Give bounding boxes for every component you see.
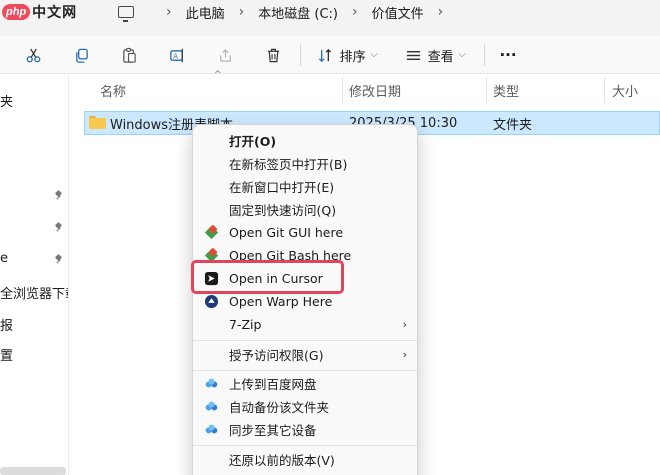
paste-button[interactable] [116, 42, 142, 68]
watermark-logo: php 中文网 [2, 0, 77, 24]
column-divider[interactable] [486, 77, 487, 103]
delete-button[interactable] [260, 42, 286, 68]
baidu-cloud-icon [205, 401, 218, 411]
chevron-right-icon: › [402, 348, 407, 361]
delete-icon [267, 48, 279, 62]
watermark-text: 中文网 [32, 5, 78, 21]
sort-button[interactable]: 排序 ⌵ [314, 42, 380, 68]
menu-item-pin-quick-access[interactable]: 固定到快速访问(Q) [193, 198, 417, 221]
menu-item-label: Open Warp Here [229, 294, 333, 309]
horizontal-scrollbar[interactable] [0, 467, 66, 475]
breadcrumb-item[interactable]: 价值文件 [372, 3, 424, 22]
menu-item-git-gui[interactable]: Open Git GUI here [193, 221, 417, 244]
breadcrumb: › 此电脑 › 本地磁盘 (C:) › 价值文件 › [118, 0, 457, 24]
git-icon [204, 225, 219, 240]
menu-item-label: 自动备份该文件夹 [229, 400, 330, 415]
menu-item-restore-versions[interactable]: 还原以前的版本(V) [193, 448, 417, 471]
pin-icon [55, 191, 62, 200]
menu-item-auto-backup[interactable]: 自动备份该文件夹 [193, 395, 417, 418]
pin-icon [55, 255, 62, 264]
column-header-name[interactable]: 名称 [100, 75, 126, 105]
navigation-pane: 夹 e 全浏览器下载 报 置 [0, 75, 69, 475]
menu-item-label: 7-Zip [229, 317, 262, 332]
copy-button[interactable] [68, 42, 94, 68]
view-button[interactable]: 查看 ⌵ [402, 42, 468, 68]
command-bar: A 排序 ⌵ 查看 ⌵ ··· [0, 36, 660, 74]
column-header-type[interactable]: 类型 [493, 75, 519, 105]
chevron-right-icon: › [166, 4, 172, 20]
breadcrumb-item[interactable]: 本地磁盘 (C:) [258, 3, 338, 22]
address-bar: php 中文网 › 此电脑 › 本地磁盘 (C:) › 价值文件 › [0, 0, 660, 36]
toolbar-divider [484, 44, 485, 66]
menu-item-label: 上传到百度网盘 [229, 377, 317, 392]
sort-icon [318, 48, 331, 62]
menu-item-open[interactable]: 打开(O) [193, 129, 417, 152]
column-divider[interactable] [604, 77, 605, 103]
menu-separator [193, 445, 417, 446]
file-type: 文件夹 [493, 117, 533, 133]
menu-separator [193, 370, 417, 371]
chevron-right-icon[interactable]: › [438, 4, 444, 20]
this-pc-icon[interactable] [118, 6, 134, 22]
menu-separator [193, 340, 417, 341]
copy-icon [75, 48, 88, 63]
chevron-right-icon: › [351, 4, 358, 20]
chevron-right-icon: › [402, 318, 407, 331]
nav-item[interactable]: 置 [0, 345, 13, 364]
pin-icon [55, 223, 62, 232]
menu-item-grant-access[interactable]: 授予访问权限(G) › [193, 343, 417, 366]
menu-item-sync-devices[interactable]: 同步至其它设备 [193, 418, 417, 441]
rename-icon: A [169, 48, 183, 62]
nav-item[interactable]: e [0, 251, 8, 266]
menu-item-label: Open Git GUI here [229, 225, 344, 240]
menu-item-upload-baidu[interactable]: 上传到百度网盘 [193, 372, 417, 395]
menu-item-label: 在新标签页中打开(B) [229, 157, 348, 172]
share-icon [219, 48, 231, 62]
baidu-cloud-icon [205, 378, 218, 388]
column-header-size[interactable]: 大小 [612, 75, 638, 105]
menu-item-open-new-window[interactable]: 在新窗口中打开(E) [193, 175, 417, 198]
menu-item-7zip[interactable]: 7-Zip › [193, 313, 417, 336]
column-header-modified[interactable]: 修改日期 [349, 75, 401, 105]
nav-item[interactable]: 夹 [0, 91, 13, 110]
chevron-right-icon: › [238, 4, 245, 20]
cut-icon [26, 48, 40, 62]
sort-caret-icon: ^ [214, 70, 222, 80]
breadcrumb-item[interactable]: 此电脑 [186, 3, 225, 22]
toolbar-divider [300, 44, 301, 66]
cut-button[interactable] [20, 42, 46, 68]
share-button[interactable] [212, 42, 238, 68]
annotation-highlight-box [191, 260, 344, 294]
paste-icon [122, 47, 136, 63]
svg-text:A: A [173, 52, 178, 60]
menu-item-label: 固定到快速访问(Q) [229, 203, 337, 218]
menu-item-label: 授予访问权限(G) [229, 348, 324, 363]
view-icon [406, 50, 420, 60]
baidu-cloud-icon [205, 424, 218, 434]
folder-icon [89, 116, 106, 129]
chevron-down-icon: ⌵ [458, 50, 466, 60]
menu-item-open-new-tab[interactable]: 在新标签页中打开(B) [193, 152, 417, 175]
menu-item-label: 在新窗口中打开(E) [229, 180, 335, 195]
watermark-brand: php [2, 4, 31, 20]
view-label: 查看 [427, 49, 454, 65]
warp-icon [204, 294, 219, 309]
nav-item[interactable]: 报 [0, 315, 13, 334]
rename-button[interactable]: A [164, 42, 190, 68]
menu-item-label: 还原以前的版本(V) [229, 453, 335, 468]
column-divider[interactable] [342, 77, 343, 103]
chevron-down-icon: ⌵ [370, 50, 378, 60]
menu-item-label: 同步至其它设备 [229, 423, 317, 438]
nav-item[interactable]: 全浏览器下载 [0, 283, 68, 302]
context-menu: 打开(O) 在新标签页中打开(B) 在新窗口中打开(E) 固定到快速访问(Q) … [192, 124, 418, 475]
more-options-button[interactable]: ··· [494, 42, 522, 68]
sort-label: 排序 [339, 49, 366, 65]
menu-item-label: 打开(O) [229, 134, 277, 149]
